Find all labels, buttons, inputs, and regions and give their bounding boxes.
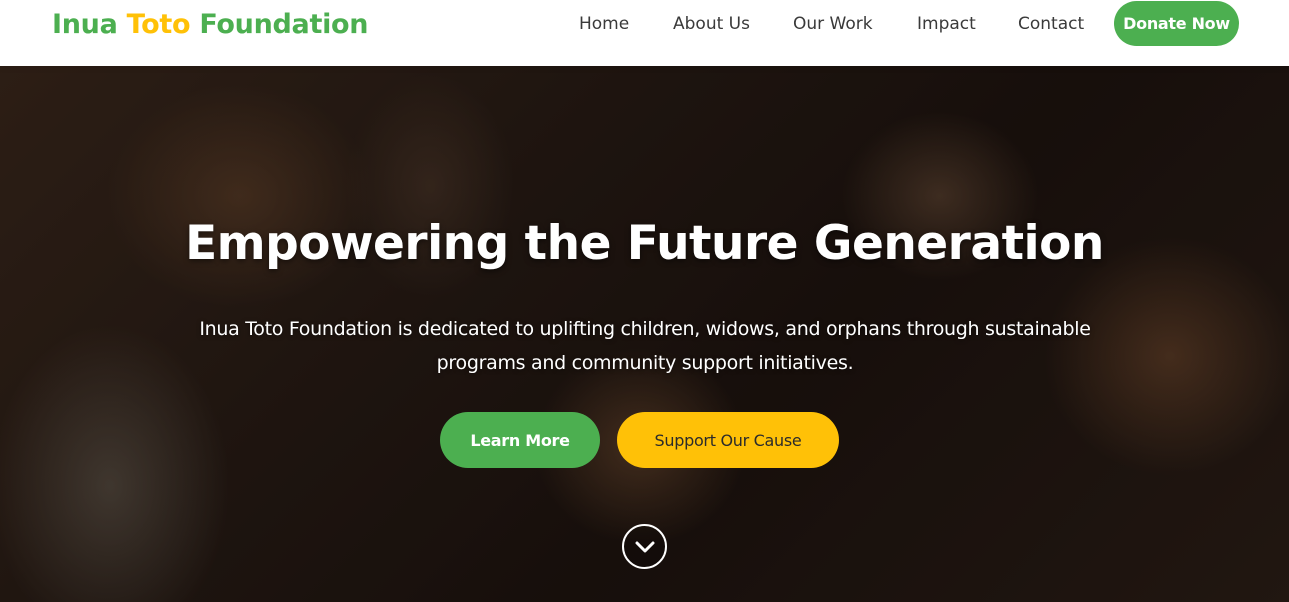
main-nav: Home About Us Our Work Impact Contact Do… [0,0,1289,50]
nav-about-us[interactable]: About Us [673,14,750,34]
scroll-down-button[interactable] [622,524,667,569]
nav-contact[interactable]: Contact [1018,14,1084,34]
hero-section: Empowering the Future Generation Inua To… [0,66,1289,602]
learn-more-button[interactable]: Learn More [440,412,600,468]
nav-our-work[interactable]: Our Work [793,14,873,34]
support-our-cause-button[interactable]: Support Our Cause [617,412,839,468]
donate-now-button[interactable]: Donate Now [1114,1,1239,46]
hero-content: Empowering the Future Generation Inua To… [0,66,1289,602]
hero-title: Empowering the Future Generation [185,216,1104,271]
nav-impact[interactable]: Impact [917,14,976,34]
hero-subtitle: Inua Toto Foundation is dedicated to upl… [199,318,1091,374]
nav-home[interactable]: Home [579,14,629,34]
chevron-down-icon [635,541,654,552]
site-header: Inua Toto Foundation Home About Us Our W… [0,0,1289,66]
